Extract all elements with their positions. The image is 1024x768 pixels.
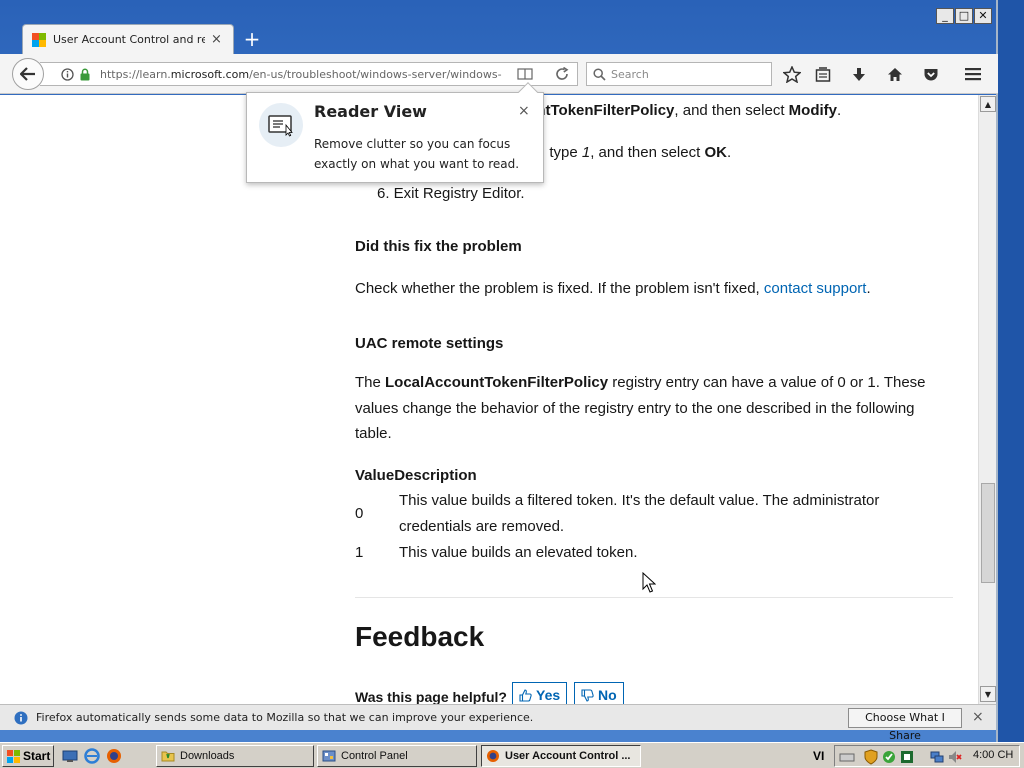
firefox-icon[interactable] xyxy=(106,748,122,764)
popup-close-icon[interactable]: × xyxy=(518,103,530,119)
clock[interactable]: 4:00 CH xyxy=(973,749,1013,761)
task-firefox-active[interactable]: User Account Control ... xyxy=(481,745,641,767)
network-check-icon[interactable] xyxy=(881,749,897,765)
system-tray: 4:00 CH xyxy=(834,745,1020,767)
feedback-heading: Feedback xyxy=(355,621,485,652)
thumbs-down-icon xyxy=(581,688,594,702)
vertical-scrollbar[interactable]: ▲ ▼ xyxy=(978,95,996,704)
task-downloads[interactable]: Downloads xyxy=(156,745,314,767)
contact-support-link[interactable]: contact support xyxy=(764,280,867,297)
step-4-partial: ountTokenFilterPolicy, and then select M… xyxy=(518,102,842,119)
control-panel-icon xyxy=(322,750,336,762)
back-button[interactable] xyxy=(12,58,44,90)
yes-label: Yes xyxy=(536,687,561,703)
scroll-down-arrow-icon[interactable]: ▼ xyxy=(980,686,996,702)
minimize-button[interactable]: _ xyxy=(936,8,954,24)
download-icon[interactable] xyxy=(846,62,872,86)
search-placeholder: Search xyxy=(611,67,649,81)
windows-logo-icon xyxy=(7,749,20,763)
taskbar: Start Downloads Control Panel User Accou… xyxy=(0,742,1024,768)
info-icon[interactable] xyxy=(58,65,76,83)
library-icon[interactable] xyxy=(810,62,836,86)
tab-active[interactable]: User Account Control and re... × xyxy=(22,24,234,54)
start-label: Start xyxy=(23,749,51,763)
window-controls: _ □ ✕ xyxy=(936,8,992,24)
scroll-up-arrow-icon[interactable]: ▲ xyxy=(980,96,996,112)
table-value-0: 0 xyxy=(355,505,364,522)
helpful-question: Was this page helpful? xyxy=(355,689,507,704)
bookmark-star-icon[interactable] xyxy=(779,62,805,86)
lock-icon xyxy=(76,65,94,83)
popup-title: Reader View xyxy=(314,102,427,121)
network-icon[interactable] xyxy=(929,749,945,765)
tab-title: User Account Control and re... xyxy=(53,33,205,46)
uac-paragraph: The LocalAccountTokenFilterPolicy regist… xyxy=(355,374,926,442)
folder-icon xyxy=(161,751,175,762)
feedback-no-button[interactable]: No xyxy=(574,682,624,704)
microsoft-logo-icon xyxy=(32,32,46,47)
table-description-0: This value builds a filtered token. It's… xyxy=(399,492,880,535)
choose-what-i-share-button[interactable]: Choose What I Share xyxy=(848,708,962,742)
no-label: No xyxy=(598,687,617,703)
reload-icon[interactable] xyxy=(549,62,575,86)
task-label: Control Panel xyxy=(341,750,408,762)
task-label: User Account Control ... xyxy=(505,750,631,762)
task-control-panel[interactable]: Control Panel xyxy=(317,745,477,767)
new-tab-button[interactable]: + xyxy=(242,28,262,50)
keyboard-icon[interactable] xyxy=(839,749,855,765)
notification-bar: Firefox automatically sends some data to… xyxy=(0,704,996,742)
search-icon xyxy=(593,67,606,81)
uac-heading: UAC remote settings xyxy=(355,335,504,352)
search-field[interactable]: Search xyxy=(586,62,772,86)
reader-view-illustration-icon xyxy=(259,103,303,147)
start-button[interactable]: Start xyxy=(2,745,54,767)
step-6: 6. Exit Registry Editor. xyxy=(377,185,525,202)
divider xyxy=(355,597,953,598)
firefox-icon xyxy=(487,750,499,762)
fix-heading: Did this fix the problem xyxy=(355,238,522,255)
volume-muted-icon[interactable] xyxy=(947,749,963,765)
notification-close-icon[interactable]: × xyxy=(972,709,984,725)
tab-strip: User Account Control and re... × + xyxy=(0,24,998,54)
table-description-1: This value builds an elevated token. xyxy=(399,544,638,561)
mouse-cursor-icon xyxy=(642,572,656,593)
back-arrow-icon xyxy=(20,67,35,81)
close-window-button[interactable]: ✕ xyxy=(974,8,992,24)
popup-description: Remove clutter so you can focus exactly … xyxy=(314,137,520,171)
step-5-partial: , type 1, and then select OK. xyxy=(541,144,732,161)
feedback-yes-button[interactable]: Yes xyxy=(512,682,568,704)
url-bar[interactable]: https://learn.microsoft.com/en-us/troubl… xyxy=(40,62,578,86)
reader-view-icon[interactable] xyxy=(516,65,534,83)
url-text[interactable]: https://learn.microsoft.com/en-us/troubl… xyxy=(100,68,502,81)
info-circle-icon xyxy=(14,711,28,725)
menu-icon[interactable] xyxy=(960,62,986,86)
maximize-button[interactable]: □ xyxy=(955,8,973,24)
reader-view-popup: Reader View Remove clutter so you can fo… xyxy=(246,82,544,183)
internet-explorer-icon[interactable] xyxy=(84,748,100,764)
fix-paragraph: Check whether the problem is fixed. If t… xyxy=(355,280,871,297)
thumbs-up-icon xyxy=(519,688,532,702)
table-header: ValueDescription xyxy=(355,467,477,484)
task-label: Downloads xyxy=(180,750,235,762)
show-desktop-icon[interactable] xyxy=(62,748,78,764)
language-indicator[interactable]: VI xyxy=(813,749,824,763)
home-icon[interactable] xyxy=(882,62,908,86)
scrollbar-thumb[interactable] xyxy=(981,483,995,583)
tab-close-icon[interactable]: × xyxy=(211,32,222,47)
notification-text: Firefox automatically sends some data to… xyxy=(36,711,534,724)
page-content: ountTokenFilterPolicy, and then select M… xyxy=(0,95,978,704)
table-value-1: 1 xyxy=(355,544,364,561)
nav-toolbar: https://learn.microsoft.com/en-us/troubl… xyxy=(0,54,998,94)
app-status-icon[interactable] xyxy=(899,749,915,765)
pocket-icon[interactable] xyxy=(918,62,944,86)
security-shield-icon[interactable] xyxy=(863,749,879,765)
